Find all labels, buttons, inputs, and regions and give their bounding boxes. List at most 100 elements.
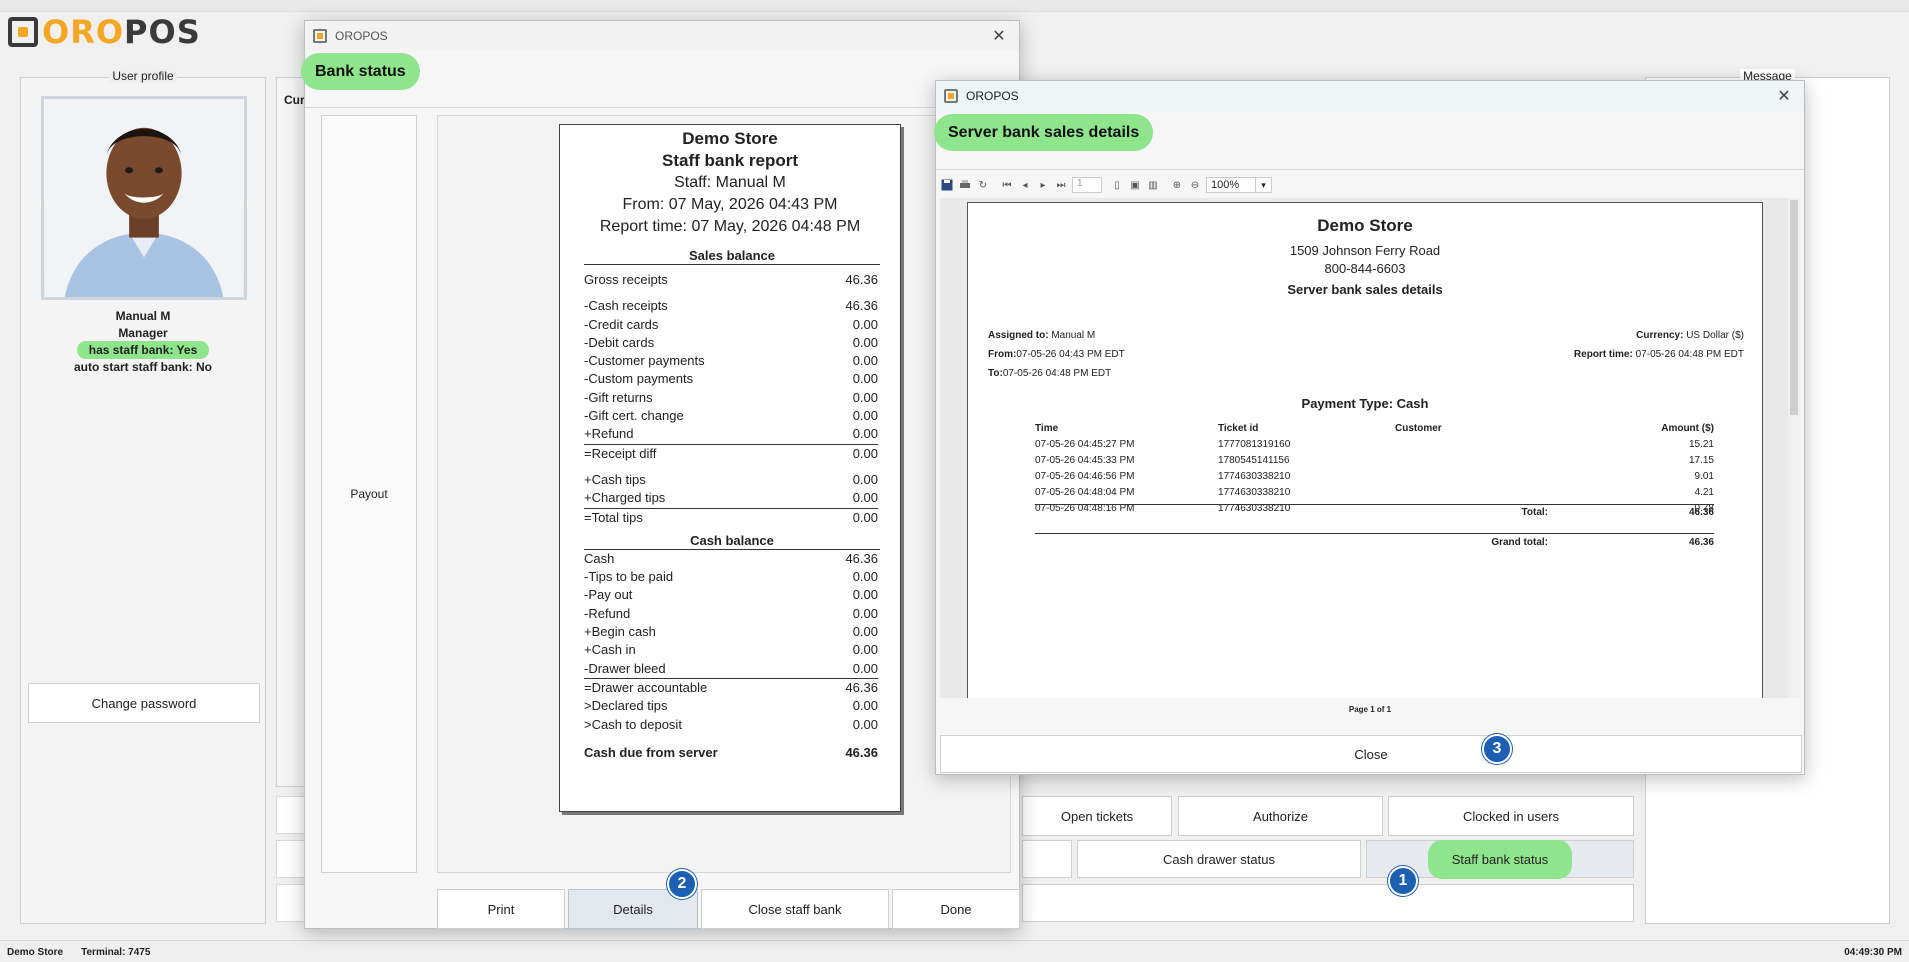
bank-dialog-titlebar: OROPOS ✕ <box>305 21 1019 51</box>
row-value: 0.00 <box>852 445 878 461</box>
page-meta-right: Currency: US Dollar ($) Report time: 07-… <box>1574 326 1744 364</box>
row-value: 0.00 <box>852 353 878 369</box>
divider <box>305 107 1019 108</box>
print-button[interactable]: Print <box>437 889 565 929</box>
partial-action-button[interactable] <box>1022 840 1072 878</box>
report-row: +Cash tips 0.00 <box>584 471 878 489</box>
last-page-icon[interactable]: ⏭ <box>1054 178 1068 192</box>
row-value: 0.00 <box>852 587 878 603</box>
current-panel <box>276 77 306 787</box>
table-header: Time Ticket id Customer Amount ($) <box>1035 420 1714 436</box>
row-label: >Declared tips <box>584 698 668 714</box>
row-value: 0.00 <box>852 624 878 640</box>
prev-page-icon[interactable]: ◂ <box>1018 178 1032 192</box>
server-dialog-titlebar: OROPOS ✕ <box>936 81 1804 111</box>
fit-width-icon[interactable]: ▥ <box>1146 178 1160 192</box>
done-button[interactable]: Done <box>892 889 1020 929</box>
row-label: >Cash to deposit <box>584 716 682 732</box>
vertical-scrollbar[interactable] <box>1788 198 1800 698</box>
print-icon[interactable] <box>958 178 972 192</box>
first-page-icon[interactable]: ⏮ <box>1000 178 1014 192</box>
assigned-value: Manual M <box>1051 330 1096 341</box>
app-icon <box>944 89 958 103</box>
divider <box>936 169 1804 170</box>
cell: 1780545141156 <box>1218 454 1290 466</box>
report-row: +Cash in 0.00 <box>584 641 878 659</box>
zoom-in-icon[interactable]: ⊕ <box>1170 178 1184 192</box>
row-label: -Custom payments <box>584 371 694 387</box>
scrollbar-thumb[interactable] <box>1790 200 1798 415</box>
row-value: 46.36 <box>845 679 878 695</box>
report-row: -Gift cert. change 0.00 <box>584 407 878 425</box>
cell: 07-05-26 04:45:33 PM <box>1035 454 1135 466</box>
row-value: 0.00 <box>852 569 878 585</box>
status-store: Demo Store <box>7 947 64 958</box>
page-heading: Server bank sales details <box>1287 282 1443 297</box>
open-tickets-button[interactable]: Open tickets <box>1022 796 1172 836</box>
oropos-logo-icon <box>8 17 38 47</box>
logo-oro: ORO <box>42 13 125 51</box>
report-page: Demo Store 1509 Johnson Ferry Road 800-8… <box>967 202 1763 698</box>
report-store: Demo Store <box>682 129 778 148</box>
table-row: 07-05-26 04:46:56 PM 1774630338210 9.01 <box>1035 468 1714 484</box>
server-bank-sales-dialog: OROPOS ✕ Server bank sales details ↻ ⏮ ◂… <box>934 80 1805 775</box>
fit-page-icon[interactable]: ▣ <box>1128 178 1142 192</box>
cell: 07-05-26 04:46:56 PM <box>1035 470 1135 482</box>
hidden-action-button[interactable] <box>276 840 306 878</box>
col-customer: Customer <box>1395 422 1442 434</box>
bank-status-dialog: OROPOS ✕ Bank status Payout Demo Store S… <box>301 20 1020 929</box>
report-row: =Receipt diff 0.00 <box>584 443 878 463</box>
close-staff-bank-button[interactable]: Close staff bank <box>701 889 889 929</box>
page-phone: 800-844-6603 <box>1324 261 1406 276</box>
row-value: 0.00 <box>852 490 878 506</box>
zoom-out-icon[interactable]: ⊖ <box>1188 178 1202 192</box>
row-value: 0.00 <box>852 426 878 442</box>
bottom-action-button[interactable] <box>1022 884 1634 922</box>
row-value: 46.36 <box>845 744 878 760</box>
page-number-input[interactable]: 1 <box>1072 177 1102 193</box>
change-password-button[interactable]: Change password <box>28 683 260 723</box>
page-address: 1509 Johnson Ferry Road <box>1289 243 1441 258</box>
save-icon[interactable] <box>940 178 954 192</box>
authorize-button[interactable]: Authorize <box>1178 796 1383 836</box>
report-row: -Gift returns 0.00 <box>584 389 878 407</box>
row-label: -Customer payments <box>584 353 705 369</box>
step-badge-3: 3 <box>1482 734 1512 764</box>
report-staff: Staff: Manual M <box>674 174 786 191</box>
avatar <box>41 96 247 300</box>
payout-button[interactable]: Payout <box>321 115 417 873</box>
user-info: Manual M Manager has staff bank: Yes aut… <box>21 308 265 376</box>
row-label: +Cash in <box>584 642 636 658</box>
row-label: -Refund <box>584 605 631 621</box>
cash-drawer-status-button[interactable]: Cash drawer status <box>1077 840 1361 878</box>
cell: 1774630338210 <box>1218 486 1291 498</box>
report-row: -Customer payments 0.00 <box>584 352 878 370</box>
user-profile-panel: User profile Manual M Manager has staff … <box>20 69 266 924</box>
page-store: Demo Store <box>1317 216 1413 235</box>
chevron-down-icon[interactable]: ▾ <box>1256 177 1272 193</box>
report-viewer: Demo Store Staff bank report Staff: Manu… <box>437 115 1011 873</box>
hidden-action-button[interactable] <box>276 796 306 834</box>
next-page-icon[interactable]: ▸ <box>1036 178 1050 192</box>
row-label: +Refund <box>584 426 634 442</box>
zoom-select[interactable]: 100% <box>1206 177 1256 193</box>
currency-label: Currency: <box>1636 330 1684 341</box>
user-name: Manual M <box>115 309 171 323</box>
refresh-icon[interactable]: ↻ <box>976 178 990 192</box>
report-row: =Total tips 0.00 <box>584 507 878 527</box>
cell: 9.01 <box>1694 470 1714 482</box>
close-icon[interactable]: ✕ <box>1774 86 1794 106</box>
status-bar: Demo Store Terminal: 7475 04:49:30 PM <box>0 940 1909 962</box>
close-button[interactable]: Close <box>940 735 1802 773</box>
row-value: 46.36 <box>845 550 878 566</box>
report-row: -Custom payments 0.00 <box>584 370 878 388</box>
hidden-action-button[interactable] <box>276 884 306 922</box>
row-value: 0.00 <box>852 698 878 714</box>
close-icon[interactable]: ✕ <box>989 26 1009 46</box>
row-value: 0.00 <box>852 642 878 658</box>
report-row: +Refund 0.00 <box>584 425 878 443</box>
actual-size-icon[interactable]: ▯ <box>1110 178 1124 192</box>
report-row: -Pay out 0.00 <box>584 586 878 604</box>
clocked-in-users-button[interactable]: Clocked in users <box>1388 796 1634 836</box>
row-label: -Tips to be paid <box>584 569 674 585</box>
